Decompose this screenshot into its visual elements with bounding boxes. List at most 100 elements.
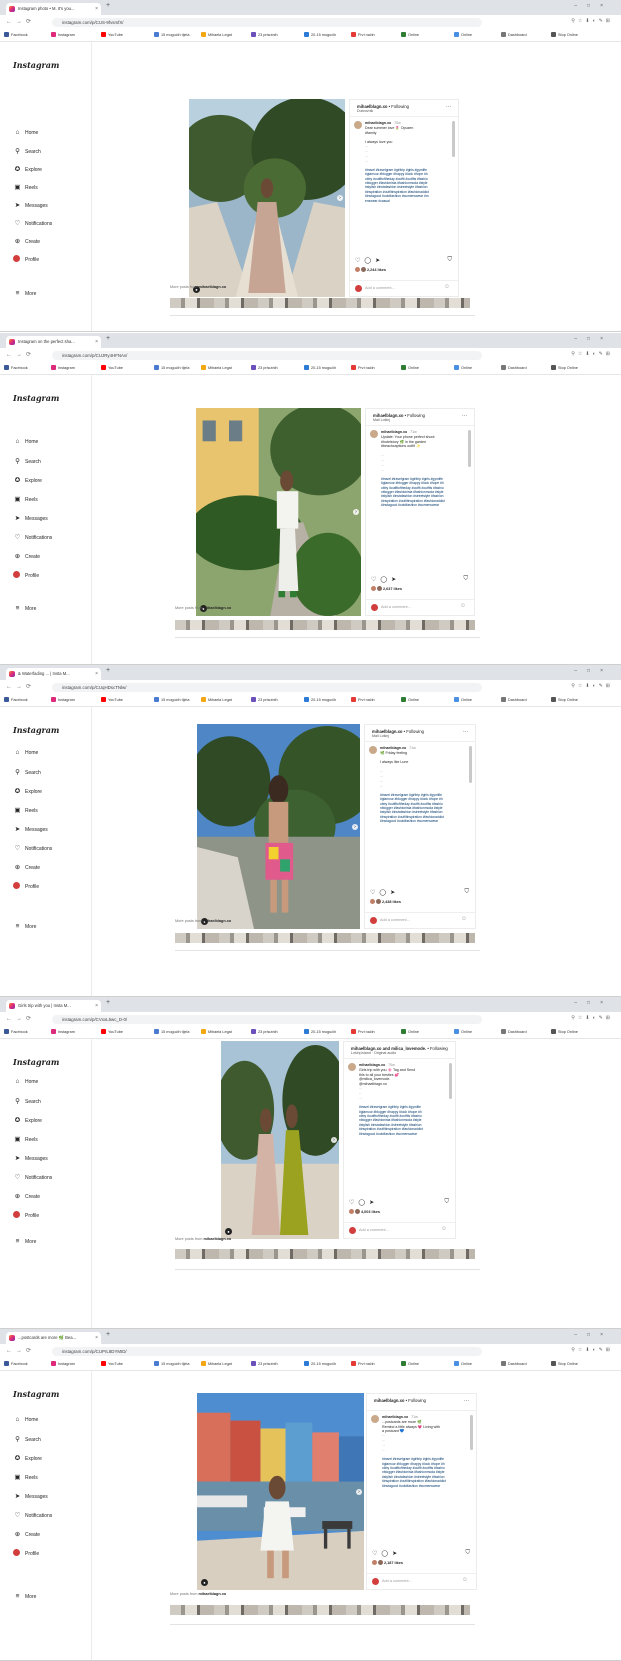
- post-location[interactable]: Lošinj island · Original audio: [351, 1051, 396, 1055]
- bookmark-item[interactable]: Dashboard: [501, 1029, 527, 1034]
- sidebar-item-search[interactable]: ⚲ Search: [13, 1097, 41, 1105]
- save-icon[interactable]: ⛉: [444, 1199, 449, 1206]
- bookmark-item[interactable]: 23 prisutnih: [251, 697, 278, 702]
- caption-author[interactable]: mihaelblagn.xo 70w: [359, 1063, 395, 1067]
- window-controls[interactable]: –□×: [574, 668, 613, 674]
- caption-hashtags[interactable]: #travel #travelgram #girltrip #girls #gy…: [382, 1457, 446, 1488]
- new-tab-button[interactable]: +: [106, 999, 110, 1006]
- browser-tab[interactable]: Instagram photo • M. It's you... ×: [6, 3, 101, 15]
- sidebar-item-explore[interactable]: ✪ Explore: [13, 476, 42, 484]
- more-posts-thumbnails[interactable]: [170, 298, 470, 308]
- url-field[interactable]: instagram.com/p/CUJRy4HFNAv/: [52, 351, 482, 360]
- add-comment-input[interactable]: Add a comment...: [380, 918, 410, 922]
- more-posts-thumbnails[interactable]: [175, 620, 475, 630]
- sidebar-item-more[interactable]: ≡ More: [13, 1593, 37, 1600]
- sidebar-item-explore[interactable]: ✪ Explore: [13, 1454, 42, 1462]
- bookmark-item[interactable]: Facebook: [4, 697, 28, 702]
- browser-nav-buttons[interactable]: ←→⟳: [6, 18, 35, 25]
- close-tab-icon[interactable]: ×: [95, 1000, 98, 1012]
- url-field[interactable]: instagram.com/p/CUqHDscTNlw/: [52, 683, 482, 692]
- sidebar-item-profile[interactable]: Profile: [13, 1211, 39, 1219]
- tagged-users-icon[interactable]: ●: [201, 1579, 208, 1586]
- bookmark-item[interactable]: Mihaela Legat: [201, 1361, 232, 1366]
- bookmark-item[interactable]: Instagram: [51, 365, 75, 370]
- bookmark-item[interactable]: Online: [401, 32, 419, 37]
- sidebar-item-explore[interactable]: ✪ Explore: [13, 165, 42, 173]
- url-field[interactable]: instagram.com/p/CVxxL5wc_D-0/: [52, 1015, 482, 1024]
- bookmark-item[interactable]: Instagram: [51, 32, 75, 37]
- sidebar-item-messages[interactable]: ➤ Messages: [13, 201, 48, 209]
- bookmark-item[interactable]: Instagram: [51, 697, 75, 702]
- post-location[interactable]: Dubrovnik: [357, 109, 373, 113]
- author-avatar[interactable]: [354, 121, 362, 129]
- comment-icon[interactable]: ◯: [358, 1200, 369, 1206]
- comment-icon[interactable]: ◯: [379, 890, 390, 896]
- bookmark-item[interactable]: 15 mogućih tijela: [154, 32, 190, 37]
- bookmark-item[interactable]: 20-15 mogućih: [304, 1361, 336, 1366]
- new-tab-button[interactable]: +: [106, 667, 110, 674]
- post-photo[interactable]: › ●: [189, 99, 345, 297]
- sidebar-item-search[interactable]: ⚲ Search: [13, 1435, 41, 1443]
- author-avatar[interactable]: [348, 1063, 356, 1071]
- add-comment-input[interactable]: Add a comment...: [382, 1579, 412, 1583]
- like-icon[interactable]: ♡: [355, 258, 364, 264]
- share-icon[interactable]: ➤: [369, 1200, 378, 1206]
- more-posts-username[interactable]: mihaelblagn.xo: [204, 1237, 232, 1241]
- url-field[interactable]: instagram.com/p/CUPrL8DYMID/: [52, 1347, 482, 1356]
- sidebar-item-messages[interactable]: ➤ Messages: [13, 825, 48, 833]
- browser-nav-buttons[interactable]: ←→⟳: [6, 1347, 35, 1354]
- like-icon[interactable]: ♡: [349, 1200, 358, 1206]
- caption-scrollbar[interactable]: [469, 746, 472, 783]
- sidebar-item-reels[interactable]: ▣ Reels: [13, 1473, 37, 1481]
- tagged-users-icon[interactable]: ●: [225, 1228, 232, 1235]
- bookmark-item[interactable]: Prvi način: [351, 1029, 375, 1034]
- window-controls[interactable]: –□×: [574, 336, 613, 342]
- next-slide-icon[interactable]: ›: [356, 1488, 362, 1495]
- comment-icon[interactable]: ◯: [364, 258, 375, 264]
- bookmark-item[interactable]: 23 prisutnih: [251, 32, 278, 37]
- more-options-icon[interactable]: ···: [463, 729, 468, 735]
- likes-count[interactable]: 2,187 likes: [372, 1560, 403, 1565]
- sidebar-item-notifications[interactable]: ♡ Notifications: [13, 219, 53, 227]
- bookmark-item[interactable]: Mihaela Legat: [201, 1029, 232, 1034]
- close-tab-icon[interactable]: ×: [95, 336, 98, 348]
- bookmark-item[interactable]: Online: [454, 697, 472, 702]
- next-slide-icon[interactable]: ›: [337, 195, 343, 201]
- caption-author[interactable]: mihaelblagn.xo 71w: [381, 430, 417, 434]
- next-slide-icon[interactable]: ›: [352, 823, 358, 830]
- sidebar-item-create[interactable]: ⊕ Create: [13, 552, 40, 560]
- bookmark-item[interactable]: Mihaela Legat: [201, 32, 232, 37]
- bookmark-item[interactable]: Online: [401, 1361, 419, 1366]
- close-tab-icon[interactable]: ×: [95, 1332, 98, 1344]
- save-icon[interactable]: ⛉: [465, 1550, 470, 1557]
- sidebar-item-reels[interactable]: ▣ Reels: [13, 495, 37, 503]
- close-tab-icon[interactable]: ×: [95, 3, 98, 15]
- sidebar-item-notifications[interactable]: ♡ Notifications: [13, 1173, 53, 1181]
- sidebar-item-notifications[interactable]: ♡ Notifications: [13, 1511, 53, 1519]
- caption-scrollbar[interactable]: [470, 1415, 473, 1450]
- sidebar-item-more[interactable]: ≡ More: [13, 605, 37, 612]
- caption-hashtags[interactable]: #travel #travelgram #girltrip #girls #gy…: [365, 168, 429, 203]
- sidebar-item-profile[interactable]: Profile: [13, 255, 39, 263]
- bookmark-item[interactable]: Online: [454, 365, 472, 370]
- window-controls[interactable]: –□×: [574, 1000, 613, 1006]
- bookmark-item[interactable]: Facebook: [4, 32, 28, 37]
- bookmark-item[interactable]: Dashboard: [501, 1361, 527, 1366]
- browser-extension-icons[interactable]: ⚲☆⬇◐✎⊞: [571, 683, 613, 689]
- caption-author[interactable]: mihaelblagn.xo 70w: [365, 121, 401, 125]
- post-photo[interactable]: › ●: [196, 408, 361, 616]
- url-field[interactable]: instagram.com/p/CUS-9fvsmfX/: [52, 18, 482, 27]
- new-tab-button[interactable]: +: [106, 1331, 110, 1338]
- more-options-icon[interactable]: ···: [462, 413, 467, 419]
- close-tab-icon[interactable]: ×: [95, 668, 98, 680]
- sidebar-item-more[interactable]: ≡ More: [13, 290, 37, 297]
- bookmark-item[interactable]: Stop Online: [551, 365, 578, 370]
- share-icon[interactable]: ➤: [390, 890, 399, 896]
- browser-extension-icons[interactable]: ⚲☆⬇◐✎⊞: [571, 18, 613, 24]
- bookmark-item[interactable]: 20-15 mogućih: [304, 32, 336, 37]
- browser-tab[interactable]: Instagram on the perfect sha... ×: [6, 336, 101, 348]
- likes-count[interactable]: 2,244 likes: [355, 267, 386, 272]
- sidebar-item-notifications[interactable]: ♡ Notifications: [13, 533, 53, 541]
- browser-extension-icons[interactable]: ⚲☆⬇◐✎⊞: [571, 351, 613, 357]
- caption-author[interactable]: mihaelblagn.xo 71w: [380, 746, 416, 750]
